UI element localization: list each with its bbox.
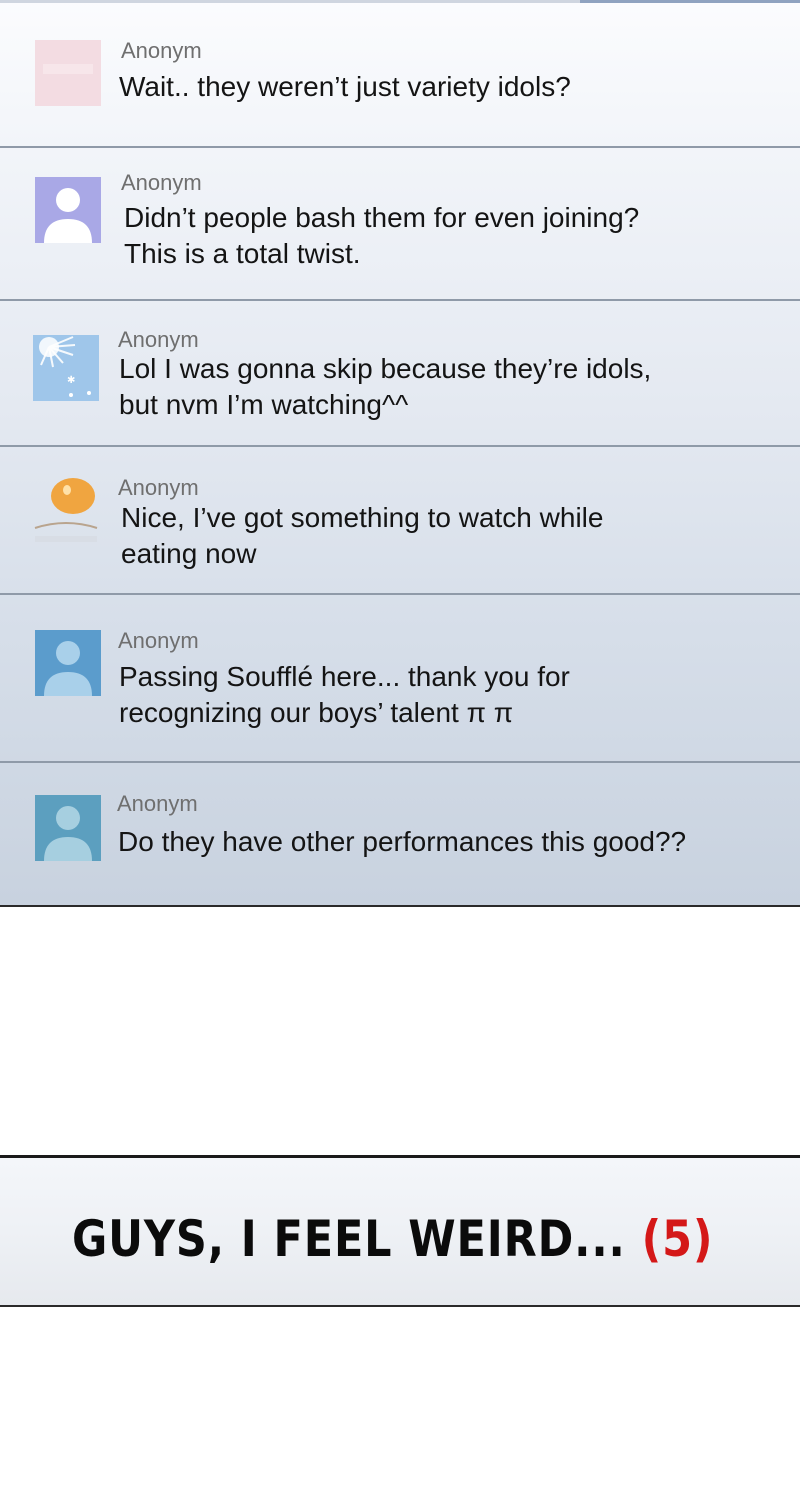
comment-text: Lol I was gonna skip because they’re ido… xyxy=(119,353,652,384)
comment-list: Anonym Wait.. they weren’t just variety … xyxy=(0,0,800,907)
comment-text: Do they have other performances this goo… xyxy=(118,826,687,857)
top-border xyxy=(0,0,800,3)
comment-text: Didn’t people bash them for even joining… xyxy=(124,202,640,233)
comment-divider xyxy=(0,146,800,148)
chapter-title-count: (5) xyxy=(641,1210,714,1268)
comment-text: Nice, I’ve got something to watch while xyxy=(121,502,604,533)
default-user-avatar-icon[interactable] xyxy=(35,795,101,861)
comment-divider xyxy=(0,761,800,763)
comment-author: Anonym xyxy=(121,170,202,195)
comment-author: Anonym xyxy=(121,38,202,63)
comment-author: Anonym xyxy=(118,475,199,500)
comment-text: This is a total twist. xyxy=(124,238,361,269)
default-user-avatar-icon[interactable] xyxy=(35,630,101,696)
pink-blank-avatar-icon[interactable] xyxy=(35,40,101,106)
svg-text:✱: ✱ xyxy=(67,375,75,386)
egg-yolk-avatar-icon[interactable] xyxy=(33,478,99,544)
comment-author: Anonym xyxy=(118,628,199,653)
comment-text: but nvm I’m watching^^ xyxy=(119,389,409,420)
comment-text: eating now xyxy=(121,538,257,569)
comment-text: Passing Soufflé here... thank you for xyxy=(119,661,570,692)
comment-divider xyxy=(0,445,800,447)
sun-rays-avatar-icon[interactable]: ✱ xyxy=(33,335,99,401)
default-user-avatar-icon[interactable] xyxy=(35,177,101,243)
comment-text: Wait.. they weren’t just variety idols? xyxy=(119,71,571,102)
comment-divider xyxy=(0,299,800,301)
chapter-title: GUYS, I FEEL WEIRD... (5) xyxy=(72,1210,713,1268)
comment-author: Anonym xyxy=(117,791,198,816)
comment-divider xyxy=(0,593,800,595)
chapter-title-text: GUYS, I FEEL WEIRD... xyxy=(72,1210,626,1268)
chapter-title-band: GUYS, I FEEL WEIRD... (5) xyxy=(0,1155,800,1307)
comment-text: recognizing our boys’ talent π π xyxy=(119,697,514,728)
